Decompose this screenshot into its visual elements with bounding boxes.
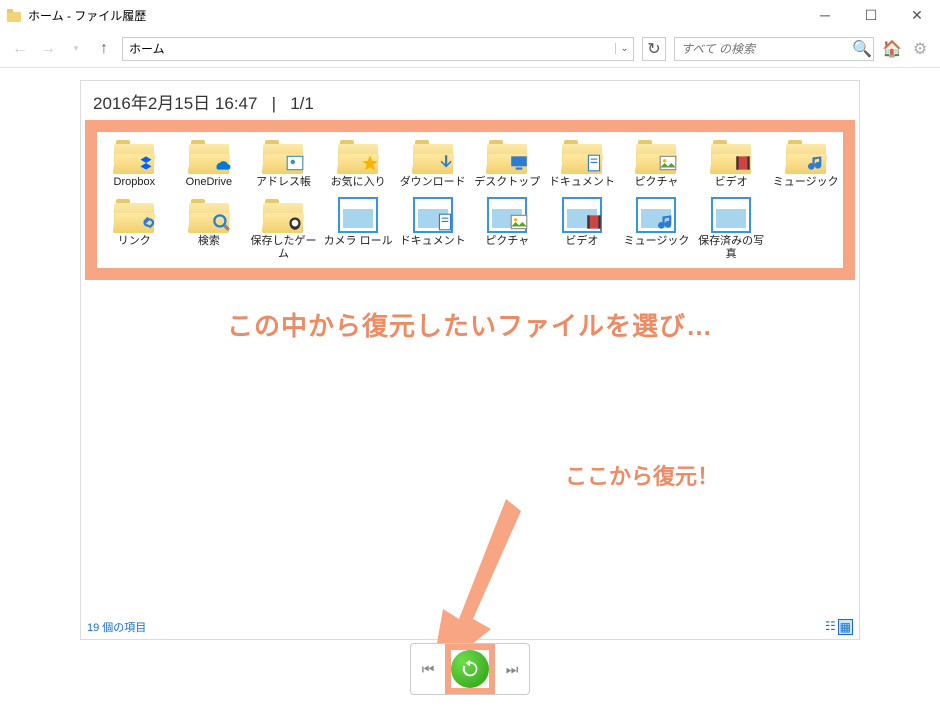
grid-item-label: カメラ ロール xyxy=(321,235,396,248)
grid-item[interactable]: 保存したゲーム xyxy=(246,197,321,261)
view-details-button[interactable]: ☷ xyxy=(825,619,836,635)
pic-icon xyxy=(509,212,529,235)
doc-icon xyxy=(584,153,604,176)
grid-item[interactable]: お気に入り xyxy=(321,138,396,189)
grid-item[interactable]: ダウンロード xyxy=(395,138,470,189)
app-icon xyxy=(6,7,22,23)
video-icon xyxy=(584,212,604,235)
gear-icon[interactable]: ⚙ xyxy=(910,39,930,59)
grid-item-label: ピクチャ xyxy=(470,235,545,248)
folder-grid: DropboxOneDriveアドレス帳お気に入りダウンロードデスクトップドキュ… xyxy=(97,138,843,262)
cloud-icon xyxy=(211,153,231,176)
grid-item-label: 保存済みの写真 xyxy=(694,235,769,261)
grid-item[interactable]: リンク xyxy=(97,197,172,261)
search-input[interactable] xyxy=(675,42,851,56)
grid-item[interactable]: ビデオ xyxy=(694,138,769,189)
grid-item-label: ピクチャ xyxy=(619,176,694,189)
doc-icon xyxy=(435,212,455,235)
view-mode-buttons: ☷ ▦ xyxy=(825,619,853,635)
minimize-button[interactable]: ─ xyxy=(802,0,848,30)
close-button[interactable]: ✕ xyxy=(894,0,940,30)
search-box[interactable]: 🔍 xyxy=(674,37,874,61)
snapshot-datetime: 2016年2月15日 16:47 xyxy=(93,94,257,113)
contact-icon xyxy=(285,153,305,176)
next-snapshot-button[interactable]: ⏭ xyxy=(495,652,529,686)
history-controls: ⏮ ⏭ xyxy=(410,643,530,695)
control-frame: ⏮ ⏭ xyxy=(410,643,530,695)
grid-item[interactable]: OneDrive xyxy=(172,138,247,189)
grid-item[interactable]: デスクトップ xyxy=(470,138,545,189)
refresh-button[interactable]: ↻ xyxy=(642,37,666,61)
forward-button[interactable]: → xyxy=(38,39,58,59)
restore-highlight xyxy=(445,644,495,694)
grid-item[interactable]: ミュージック xyxy=(619,197,694,261)
desktop-icon xyxy=(509,153,529,176)
game-icon xyxy=(285,212,305,235)
snapshot-page: 1/1 xyxy=(290,94,314,113)
grid-item-label: リンク xyxy=(97,235,172,248)
grid-item-label: ビデオ xyxy=(694,176,769,189)
music-icon xyxy=(658,212,678,235)
window-controls: ─ ☐ ✕ xyxy=(802,0,940,30)
grid-item-label: ドキュメント xyxy=(545,176,620,189)
grid-item[interactable]: ミュージック xyxy=(768,138,843,189)
search-icon[interactable]: 🔍 xyxy=(851,39,873,59)
annotation-text-2: ここから復元！ xyxy=(565,459,719,491)
view-icons-button[interactable]: ▦ xyxy=(838,619,853,635)
grid-item[interactable]: ビデオ xyxy=(545,197,620,261)
search-icon xyxy=(211,212,231,235)
annotation-text-1: この中から復元したいファイルを選び… xyxy=(81,306,859,343)
annotation-highlight-box: DropboxOneDriveアドレス帳お気に入りダウンロードデスクトップドキュ… xyxy=(85,120,855,280)
grid-item-label: 保存したゲーム xyxy=(246,235,321,261)
grid-item-label: ドキュメント xyxy=(395,235,470,248)
star-icon xyxy=(360,153,380,176)
music-icon xyxy=(808,153,828,176)
grid-item-label: Dropbox xyxy=(97,176,172,189)
restore-button[interactable] xyxy=(451,650,489,688)
prev-snapshot-button[interactable]: ⏮ xyxy=(411,652,445,686)
up-button[interactable]: ↑ xyxy=(94,39,114,59)
grid-item[interactable]: アドレス帳 xyxy=(246,138,321,189)
grid-item[interactable]: ドキュメント xyxy=(545,138,620,189)
snapshot-header: 2016年2月15日 16:47 | 1/1 xyxy=(81,81,859,120)
titlebar: ホーム - ファイル履歴 xyxy=(0,0,940,30)
grid-item-label: OneDrive xyxy=(172,176,247,189)
library-icon xyxy=(338,197,378,233)
video-icon xyxy=(733,153,753,176)
grid-item-label: 検索 xyxy=(172,235,247,248)
grid-item-label: デスクトップ xyxy=(470,176,545,189)
toolbar: ← → ▾ ↑ ⌄ ↻ 🔍 🏠 ⚙ xyxy=(0,30,940,68)
grid-item[interactable]: カメラ ロール xyxy=(321,197,396,261)
back-button[interactable]: ← xyxy=(10,39,30,59)
grid-item[interactable]: Dropbox xyxy=(97,138,172,189)
download-icon xyxy=(435,153,455,176)
maximize-button[interactable]: ☐ xyxy=(848,0,894,30)
grid-item-label: ミュージック xyxy=(768,176,843,189)
grid-item[interactable]: ピクチャ xyxy=(619,138,694,189)
home-icon[interactable]: 🏠 xyxy=(882,39,902,59)
content-pane: 2016年2月15日 16:47 | 1/1 DropboxOneDriveアド… xyxy=(80,80,860,640)
grid-item-label: ビデオ xyxy=(545,235,620,248)
grid-item-label: お気に入り xyxy=(321,176,396,189)
grid-item[interactable]: 保存済みの写真 xyxy=(694,197,769,261)
grid-item[interactable]: ピクチャ xyxy=(470,197,545,261)
library-icon xyxy=(711,197,751,233)
grid-item-label: アドレス帳 xyxy=(246,176,321,189)
grid-item[interactable]: 検索 xyxy=(172,197,247,261)
address-bar[interactable]: ⌄ xyxy=(122,37,634,61)
window-title: ホーム - ファイル履歴 xyxy=(28,7,146,24)
address-input[interactable] xyxy=(123,42,615,56)
recent-button[interactable]: ▾ xyxy=(66,39,86,59)
dropbox-icon xyxy=(136,153,156,176)
grid-item-label: ダウンロード xyxy=(395,176,470,189)
grid-item[interactable]: ドキュメント xyxy=(395,197,470,261)
address-dropdown[interactable]: ⌄ xyxy=(615,43,633,54)
pic-icon xyxy=(658,153,678,176)
link-icon xyxy=(136,212,156,235)
grid-item-label: ミュージック xyxy=(619,235,694,248)
status-bar-count: 19 個の項目 xyxy=(87,619,146,635)
